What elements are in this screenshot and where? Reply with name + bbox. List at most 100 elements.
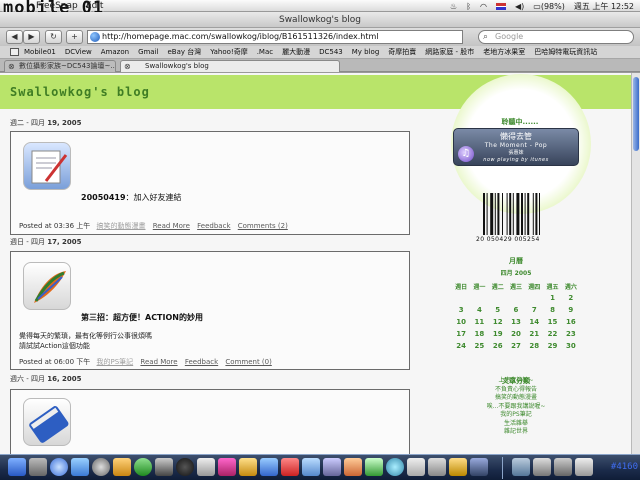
close-tab-icon[interactable]: ⊗ bbox=[8, 61, 15, 72]
bookmark-item[interactable]: DC543 bbox=[319, 48, 343, 56]
calendar-day[interactable]: 24 bbox=[452, 340, 470, 352]
itunes-icon[interactable] bbox=[92, 458, 110, 476]
terminal-icon[interactable] bbox=[155, 458, 173, 476]
bookmark-item[interactable]: 奇摩拍賣 bbox=[388, 47, 416, 57]
calendar-day[interactable]: 29 bbox=[543, 340, 561, 352]
post-title[interactable]: 20050419：加入好友連結 bbox=[81, 192, 182, 203]
feedback-link[interactable]: Feedback bbox=[185, 358, 218, 366]
comments-link[interactable]: Comments (2) bbox=[238, 222, 288, 230]
calendar-day[interactable]: 17 bbox=[452, 328, 470, 340]
flag-icon[interactable] bbox=[495, 2, 506, 10]
calendar-day[interactable]: 30 bbox=[562, 340, 580, 352]
volume-icon[interactable]: ◀) bbox=[515, 2, 524, 11]
calendar-day[interactable]: 16 bbox=[562, 316, 580, 328]
calendar-day[interactable]: 26 bbox=[489, 340, 507, 352]
category-link[interactable]: 搞笑的動態漫畫 bbox=[97, 222, 146, 230]
drive-icon[interactable] bbox=[533, 458, 551, 476]
folder-icon[interactable] bbox=[512, 458, 530, 476]
trash-icon[interactable] bbox=[575, 458, 593, 476]
bookmark-item[interactable]: eBay 台灣 bbox=[168, 47, 202, 57]
search-field[interactable]: ⌕ Google bbox=[478, 30, 634, 44]
mail-icon[interactable] bbox=[71, 458, 89, 476]
calendar-day[interactable]: 4 bbox=[470, 304, 488, 316]
network-icon[interactable] bbox=[302, 458, 320, 476]
calendar-day[interactable]: 22 bbox=[543, 328, 561, 340]
bookmark-item[interactable]: Yahoo!奇摩 bbox=[210, 47, 247, 57]
system-preferences-icon[interactable] bbox=[29, 458, 47, 476]
bookmark-item[interactable]: Mobile01 bbox=[24, 48, 56, 56]
calendar-day[interactable]: 23 bbox=[562, 328, 580, 340]
menu-edit[interactable]: Edit bbox=[86, 0, 103, 12]
tab-swallowkog-blog[interactable]: ⊗ Swallowkog's blog bbox=[120, 60, 340, 72]
battery-status[interactable]: ▭(98%) bbox=[533, 2, 565, 11]
calendar-day[interactable]: 6 bbox=[507, 304, 525, 316]
calendar-month[interactable]: 四月 2005 bbox=[452, 268, 580, 277]
calendar-day[interactable]: 27 bbox=[507, 340, 525, 352]
calendar-day[interactable]: 15 bbox=[543, 316, 561, 328]
bookmark-item[interactable]: 網路家庭 - 股市 bbox=[425, 47, 474, 57]
bookmark-item[interactable]: 巴哈姆特電玩資訊站 bbox=[534, 47, 597, 57]
calendar-day[interactable]: 5 bbox=[489, 304, 507, 316]
read-more-link[interactable]: Read More bbox=[153, 222, 190, 230]
document-icon[interactable] bbox=[428, 458, 446, 476]
feather-dock-icon[interactable] bbox=[365, 458, 383, 476]
calendar-day[interactable]: 1 bbox=[543, 292, 561, 304]
category-link[interactable]: 我的PS筆記 bbox=[97, 358, 134, 366]
notes-icon[interactable] bbox=[449, 458, 467, 476]
wifi-icon[interactable]: ◠ bbox=[480, 2, 487, 11]
calendar-day[interactable]: 7 bbox=[525, 304, 543, 316]
dvd-player-icon[interactable] bbox=[176, 458, 194, 476]
bluetooth-icon[interactable]: ᛒ bbox=[466, 2, 471, 11]
address-field[interactable]: http://homepage.mac.com/swallowkog/iblog… bbox=[87, 30, 463, 44]
calendar-day[interactable]: 10 bbox=[452, 316, 470, 328]
calendar-day[interactable]: 20 bbox=[507, 328, 525, 340]
calendar-day[interactable]: 3 bbox=[452, 304, 470, 316]
calendar-day[interactable]: 28 bbox=[525, 340, 543, 352]
post-title[interactable]: 第三招：超方便！ACTION的妙用 bbox=[81, 312, 203, 323]
bookmark-item[interactable]: 老地方冰果室 bbox=[483, 47, 525, 57]
calendar-day[interactable]: 14 bbox=[525, 316, 543, 328]
add-bookmark-button[interactable]: + bbox=[66, 30, 83, 44]
calendar-day[interactable]: 12 bbox=[489, 316, 507, 328]
calendar-dock-icon[interactable] bbox=[407, 458, 425, 476]
category-item[interactable]: 雜記世界 bbox=[452, 428, 580, 437]
close-tab-icon[interactable]: ⊗ bbox=[124, 61, 131, 72]
bookmarks-book-icon[interactable] bbox=[10, 48, 19, 56]
now-playing-widget[interactable]: ♫ 懶得去管 The Moment - Pop 張惠妹 now playing … bbox=[453, 128, 579, 166]
scrollbar-thumb[interactable] bbox=[633, 77, 639, 151]
page-scrollbar[interactable] bbox=[631, 73, 640, 454]
menu-freesnap[interactable]: FreeSnap bbox=[36, 0, 78, 12]
calculator-icon[interactable] bbox=[197, 458, 215, 476]
quicktime-icon[interactable] bbox=[470, 458, 488, 476]
calendar-day[interactable]: 9 bbox=[562, 304, 580, 316]
finder-icon[interactable] bbox=[8, 458, 26, 476]
comments-link[interactable]: Comment (0) bbox=[225, 358, 271, 366]
textedit-dock-icon[interactable] bbox=[323, 458, 341, 476]
document-stack-icon[interactable] bbox=[554, 458, 572, 476]
feedback-link[interactable]: Feedback bbox=[197, 222, 230, 230]
menu-clock[interactable]: 週五 上午 12:52 bbox=[574, 1, 634, 12]
calendar-day[interactable]: 11 bbox=[470, 316, 488, 328]
category-item[interactable]: 搞笑的動態漫畫 bbox=[452, 394, 580, 403]
ical-icon[interactable] bbox=[260, 458, 278, 476]
script-icon[interactable]: ♨ bbox=[450, 2, 457, 11]
ichat-icon[interactable] bbox=[113, 458, 131, 476]
bookmark-item[interactable]: 麗大動漫 bbox=[282, 47, 310, 57]
calendar-day[interactable]: 19 bbox=[489, 328, 507, 340]
calendar-day[interactable]: 13 bbox=[507, 316, 525, 328]
photo-icon[interactable] bbox=[218, 458, 236, 476]
category-item[interactable]: 我的PS筆記 bbox=[452, 411, 580, 420]
category-item[interactable]: 上市文詢論~ bbox=[452, 377, 580, 386]
tab-dc543[interactable]: ⊗ 數位攝影家族~DC543論壇~... bbox=[4, 60, 116, 72]
category-item[interactable]: 生活雜舉 bbox=[452, 420, 580, 429]
category-item[interactable]: 不負責心得報告 bbox=[452, 386, 580, 395]
bookmark-item[interactable]: My blog bbox=[352, 48, 380, 56]
safari-icon[interactable] bbox=[50, 458, 68, 476]
bookmark-item[interactable]: .Mac bbox=[257, 48, 273, 56]
music-icon[interactable] bbox=[386, 458, 404, 476]
bookmark-item[interactable]: DCView bbox=[65, 48, 92, 56]
calendar-day[interactable]: 18 bbox=[470, 328, 488, 340]
address-book-icon[interactable] bbox=[281, 458, 299, 476]
preview-icon[interactable] bbox=[239, 458, 257, 476]
category-item[interactable]: 唉...不要跟我講說喔~ bbox=[452, 403, 580, 412]
